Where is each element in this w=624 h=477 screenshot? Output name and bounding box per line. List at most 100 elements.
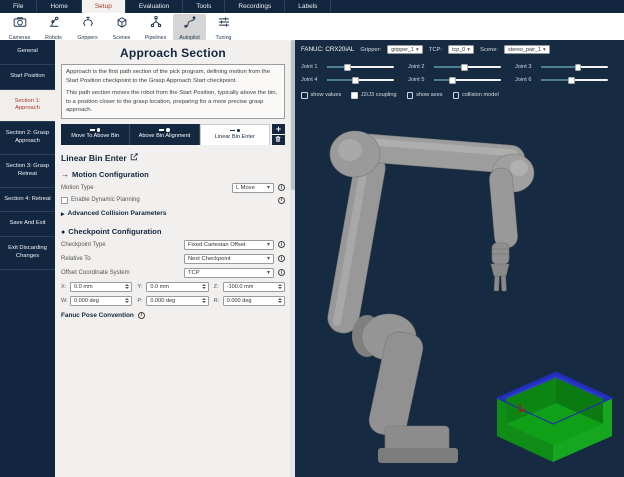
- pipeline-icon: [148, 15, 164, 34]
- collision-model-checkbox[interactable]: collision model: [453, 92, 499, 99]
- tcp-label: TCP:: [429, 47, 442, 53]
- joint-1-label: Joint 1: [301, 64, 323, 70]
- menu-setup[interactable]: Setup: [82, 0, 126, 13]
- page-title: Approach Section: [61, 46, 285, 60]
- info-icon[interactable]: [278, 241, 285, 248]
- spinner-icon[interactable]: [278, 284, 282, 289]
- path-icon: [182, 15, 198, 34]
- dynamic-planning-checkbox[interactable]: [61, 197, 68, 204]
- camera-icon: [12, 15, 28, 34]
- joint-4-slider[interactable]: [327, 76, 394, 84]
- tool-grippers[interactable]: Grippers: [71, 14, 104, 40]
- j2j3-coupling-checkbox[interactable]: J2/J3 coupling: [351, 92, 396, 99]
- z-offset-input[interactable]: -100.0 mm: [223, 282, 285, 292]
- menu-home[interactable]: Home: [37, 0, 81, 13]
- robot-icon: [46, 15, 62, 34]
- joint-3-slider[interactable]: [541, 63, 608, 71]
- joint-2-label: Joint 2: [408, 64, 430, 70]
- motion-type-select[interactable]: L Move: [232, 183, 274, 193]
- sidebar-item-general[interactable]: General: [0, 40, 55, 65]
- info-icon[interactable]: [278, 197, 285, 204]
- w-rotation-input[interactable]: 0.000 deg: [70, 296, 132, 306]
- r-label: R:: [214, 298, 221, 304]
- tab-linear-bin-enter[interactable]: Linear Bin Enter: [200, 124, 270, 145]
- show-values-checkbox[interactable]: show values: [301, 92, 341, 99]
- tool-pipelines[interactable]: Pipelines: [139, 14, 172, 40]
- tcp-select[interactable]: tcp_0: [448, 45, 474, 54]
- spinner-icon[interactable]: [278, 298, 282, 303]
- scene-select[interactable]: stereo_pair_1: [504, 45, 550, 54]
- sidebar-item-section1-approach[interactable]: Section 1: Approach: [0, 90, 55, 123]
- show-axes-checkbox[interactable]: show axes: [407, 92, 443, 99]
- sidebar-item-section2-grasp-approach[interactable]: Section 2: Grasp Approach: [0, 122, 55, 155]
- joint-1-slider[interactable]: [327, 63, 394, 71]
- y-label: Y:: [137, 284, 144, 290]
- x-label: X:: [61, 284, 68, 290]
- tool-robots[interactable]: Robots: [37, 14, 70, 40]
- joint-6-slider[interactable]: [541, 76, 608, 84]
- checkpoint-type-select[interactable]: Fixed Cartesian Offset: [184, 240, 274, 250]
- delete-checkpoint-button[interactable]: [272, 135, 285, 145]
- edit-icon[interactable]: [130, 153, 138, 163]
- expander-triangle-icon[interactable]: [61, 210, 65, 218]
- ribbon-toolbar: Cameras Robots Grippers Scenes Pipelines…: [0, 13, 624, 40]
- checkpoint-icon: [90, 128, 101, 132]
- gripper-select[interactable]: gripper_1: [387, 45, 423, 54]
- p-rotation-input[interactable]: 0.000 deg: [146, 296, 208, 306]
- offset-coord-system-select[interactable]: TCP: [184, 268, 274, 278]
- robot-3d-viewport[interactable]: FANUC: CRX20iAL Gripper: gripper_1 TCP: …: [295, 40, 624, 477]
- scene-label: Scene:: [480, 47, 498, 53]
- y-offset-input[interactable]: 0.0 mm: [146, 282, 208, 292]
- joint-5-slider[interactable]: [434, 76, 501, 84]
- tool-scenes[interactable]: Scenes: [105, 14, 138, 40]
- info-icon[interactable]: [278, 184, 285, 191]
- info-icon[interactable]: [138, 312, 145, 319]
- tool-cameras[interactable]: Cameras: [3, 14, 36, 40]
- trash-icon: [274, 135, 282, 145]
- checkpoint-name: Linear Bin Enter: [61, 153, 127, 163]
- app-window: File Home Setup Evaluation Tools Recordi…: [0, 0, 624, 477]
- x-offset-input[interactable]: 0.0 mm: [70, 282, 132, 292]
- motion-config-heading: Motion Configuration: [72, 170, 149, 179]
- sidebar-item-section3-grasp-retreat[interactable]: Section 3: Grasp Retreat: [0, 155, 55, 188]
- spinner-icon[interactable]: [125, 298, 129, 303]
- add-checkpoint-button[interactable]: +: [272, 124, 285, 134]
- sidebar-item-save-and-exit[interactable]: Save And Exit: [0, 212, 55, 237]
- menu-evaluation[interactable]: Evaluation: [126, 0, 183, 13]
- spinner-icon[interactable]: [125, 284, 129, 289]
- checkpoint-tabs: Move To Above Bin Above Bin Alignment Li…: [61, 124, 285, 145]
- relative-to-label: Relative To: [61, 256, 184, 262]
- pose-convention-label: Fanuc Pose Convention: [61, 312, 134, 319]
- spinner-icon[interactable]: [202, 284, 206, 289]
- offset-coord-system-label: Offset Coordinate System: [61, 270, 184, 276]
- advanced-collision-expander[interactable]: Advanced Collision Parameters: [68, 210, 167, 217]
- tool-autopilot[interactable]: Autopilot: [173, 14, 206, 40]
- info-icon[interactable]: [278, 255, 285, 262]
- checkpoint-icon: [230, 129, 241, 133]
- chevron-down-icon: [264, 255, 270, 262]
- menu-tools[interactable]: Tools: [183, 0, 225, 13]
- tab-move-to-above-bin[interactable]: Move To Above Bin: [61, 124, 130, 145]
- menu-file[interactable]: File: [0, 0, 37, 13]
- joint-slider-grid: Joint 1 Joint 2 Joint 3 Joint 4 Joint 5 …: [301, 63, 618, 84]
- spinner-icon[interactable]: [202, 298, 206, 303]
- info-icon[interactable]: [278, 269, 285, 276]
- section-description: Approach is the first path section of th…: [61, 64, 285, 119]
- robot-arm-render[interactable]: [295, 40, 624, 477]
- menu-recordings[interactable]: Recordings: [225, 0, 285, 13]
- joint-5-label: Joint 5: [408, 77, 430, 83]
- relative-to-select[interactable]: Next Checkpoint: [184, 254, 274, 264]
- gripper-label: Gripper:: [360, 47, 381, 53]
- sidebar-item-section4-retreat[interactable]: Section 4: Retreat: [0, 188, 55, 213]
- joint-2-slider[interactable]: [434, 63, 501, 71]
- r-rotation-input[interactable]: 0.000 deg: [223, 296, 285, 306]
- chevron-down-icon: [465, 47, 470, 53]
- joint-4-label: Joint 4: [301, 77, 323, 83]
- menu-labels[interactable]: Labels: [285, 0, 331, 13]
- sidebar-item-exit-discarding-changes[interactable]: Exit Discarding Changes: [0, 237, 55, 270]
- tab-above-bin-alignment[interactable]: Above Bin Alignment: [130, 124, 199, 145]
- sidebar-item-start-position[interactable]: Start Position: [0, 65, 55, 90]
- checkpoint-type-label: Checkpoint Type: [61, 242, 184, 248]
- cube-icon: [114, 15, 130, 34]
- tool-tuning[interactable]: Tuning: [207, 14, 240, 40]
